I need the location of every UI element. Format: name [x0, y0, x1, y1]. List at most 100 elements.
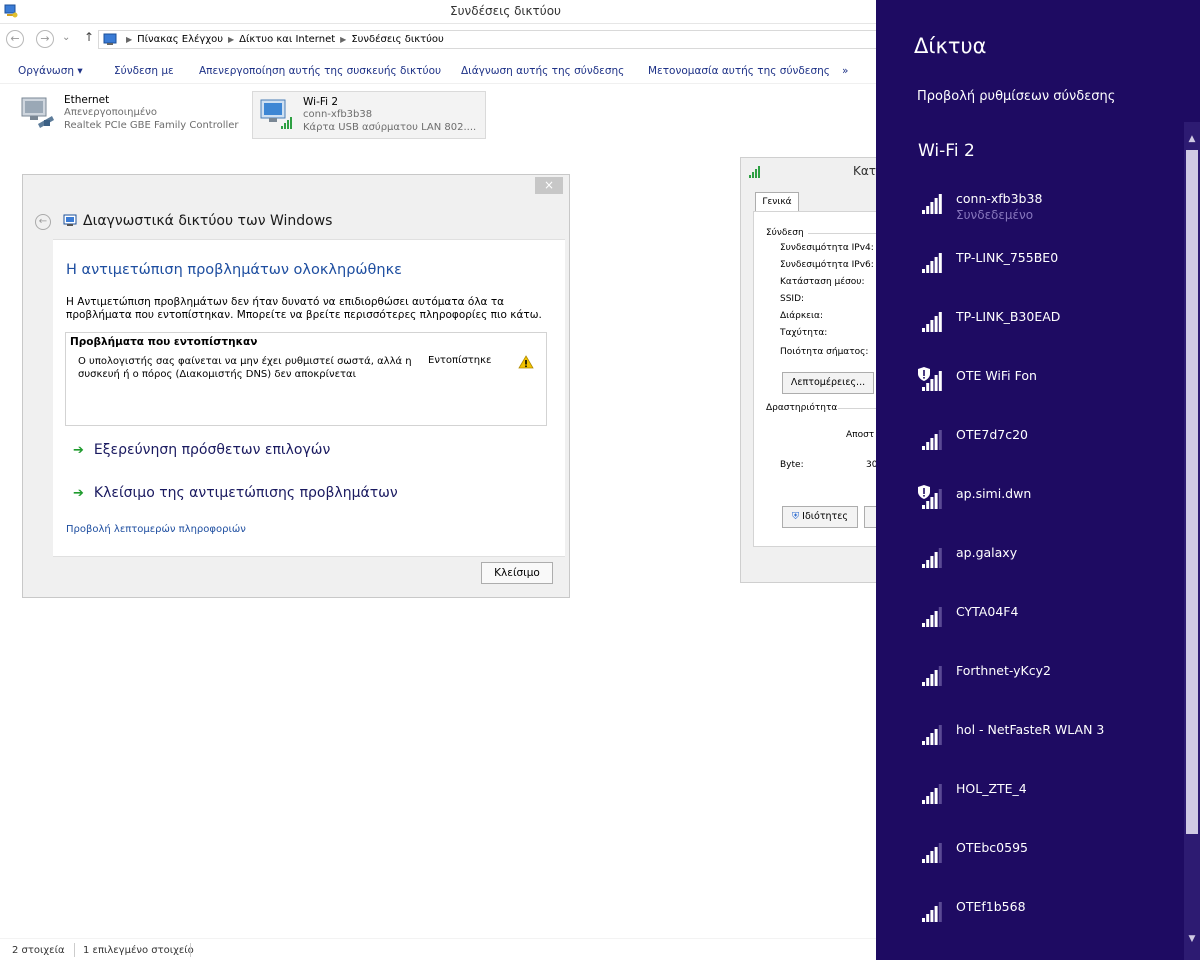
- sent-label: Αποστ: [846, 430, 875, 440]
- wifi-signal-icon: [922, 784, 942, 804]
- green-arrow-icon: ➔: [73, 486, 84, 501]
- signal-quality-label: Ποιότητα σήματος:: [780, 347, 869, 357]
- section-divider: [808, 233, 879, 234]
- back-button[interactable]: ←: [35, 214, 51, 230]
- network-name: OTEf1b568: [956, 899, 1026, 914]
- tab-general[interactable]: Γενικά: [755, 192, 799, 212]
- warning-icon: [518, 355, 534, 369]
- problems-found-box: Προβλήματα που εντοπίστηκαν Ο υπολογιστή…: [65, 332, 547, 426]
- adapter-name: Ethernet: [64, 94, 110, 106]
- ethernet-adapter-item[interactable]: Ethernet Απενεργοποιημένο Realtek PCIe G…: [14, 90, 244, 138]
- status-bar: 2 στοιχεία 1 επιλεγμένο στοιχείο: [0, 938, 876, 960]
- breadcrumb-network-connections[interactable]: Συνδέσεις δικτύου: [351, 34, 444, 45]
- details-button[interactable]: Λεπτομέρειες...: [782, 372, 874, 394]
- close-troubleshooter-link[interactable]: ➔ Κλείσιμο της αντιμετώπισης προβλημάτων: [73, 485, 398, 501]
- properties-button[interactable]: ⛨ Ιδιότητες: [782, 506, 858, 528]
- result-description: Η Αντιμετώπιση προβλημάτων δεν ήταν δυνα…: [66, 296, 542, 321]
- address-row: ← → ⌄ ↑ ▶ Πίνακας Ελέγχου ▶ Δίκτυο και Inte…: [0, 26, 876, 52]
- adapter-name: Wi-Fi 2: [303, 96, 339, 108]
- network-item[interactable]: ap.simi.dwn: [918, 485, 1178, 529]
- section-divider: [838, 408, 879, 409]
- network-item[interactable]: CYTA04F4: [918, 604, 1178, 647]
- network-item[interactable]: OTEbc0595: [918, 840, 1178, 883]
- address-bar[interactable]: ▶ Πίνακας Ελέγχου ▶ Δίκτυο και Internet ▶ Συν…: [98, 30, 876, 49]
- network-name: CYTA04F4: [956, 604, 1019, 619]
- rename-connection-button[interactable]: Μετονομασία αυτής της σύνδεσης: [648, 65, 830, 77]
- wifi-signal-icon: [922, 548, 942, 568]
- close-button[interactable]: Κλείσιμο: [481, 562, 553, 584]
- wifi-adapter-icon: [260, 99, 292, 129]
- network-item[interactable]: conn-xfb3b38 Συνδεδεμένο: [918, 191, 1178, 234]
- breadcrumb-control-panel[interactable]: Πίνακας Ελέγχου: [137, 34, 223, 45]
- arrow-left-icon: ←: [38, 216, 48, 227]
- wifi-signal-icon: [922, 725, 942, 745]
- network-status: Συνδεδεμένο: [956, 208, 1034, 222]
- more-commands-button[interactable]: »: [842, 65, 848, 77]
- view-connection-settings-link[interactable]: Προβολή ρυθμίσεων σύνδεσης: [917, 89, 1115, 104]
- connect-to-button[interactable]: Σύνδεση με: [114, 65, 174, 77]
- network-diagnostics-dialog: × ← Διαγνωστικά δικτύου των Windows Η αν…: [22, 174, 570, 598]
- network-item[interactable]: HOL_ZTE_4: [918, 781, 1178, 824]
- arrow-right-icon: →: [40, 32, 50, 45]
- close-dialog-button[interactable]: ×: [535, 177, 563, 194]
- wifi-signal-icon: [922, 607, 942, 627]
- adapter-device: Κάρτα USB ασύρματου LAN 802....: [303, 122, 477, 133]
- wifi-signal-icon: [922, 253, 942, 273]
- up-button[interactable]: ↑: [84, 30, 94, 44]
- chevron-right-icon: ▶: [228, 35, 235, 44]
- problem-description[interactable]: Ο υπολογιστής σας φαίνεται να μην έχει ρ…: [78, 355, 418, 381]
- network-name: hol - NetFasteR WLAN 3: [956, 722, 1105, 737]
- problems-header: Προβλήματα που εντοπίστηκαν: [70, 336, 258, 348]
- properties-button-label: Ιδιότητες: [802, 511, 848, 522]
- network-item[interactable]: OTE WiFi Fon: [918, 367, 1178, 411]
- network-name: OTE7d7c20: [956, 427, 1028, 442]
- network-item[interactable]: OTE7d7c20: [918, 427, 1178, 470]
- network-name: conn-xfb3b38: [956, 191, 1043, 206]
- result-heading: Η αντιμετώπιση προβλημάτων ολοκληρώθηκε: [66, 262, 402, 278]
- diagnose-connection-button[interactable]: Διάγνωση αυτής της σύνδεσης: [461, 65, 624, 77]
- organize-button[interactable]: Οργάνωση ▾: [18, 65, 83, 77]
- adapter-device: Realtek PCIe GBE Family Controller: [64, 120, 239, 131]
- network-name: ap.galaxy: [956, 545, 1018, 560]
- activity-section-label: Δραστηριότητα: [766, 403, 838, 413]
- network-name: ap.simi.dwn: [956, 486, 1032, 501]
- chevron-right-icon: ▶: [340, 35, 347, 44]
- forward-button[interactable]: →: [36, 30, 54, 48]
- arrow-up-icon: ↑: [84, 30, 95, 44]
- network-item[interactable]: hol - NetFasteR WLAN 3: [918, 722, 1178, 765]
- explore-options-label: Εξερεύνηση πρόσθετων επιλογών: [93, 442, 331, 458]
- network-item[interactable]: OTEf1b568: [918, 899, 1178, 942]
- disable-device-button[interactable]: Απενεργοποίηση αυτής της συσκευής δικτύο…: [199, 65, 441, 77]
- breadcrumb-network-internet[interactable]: Δίκτυο και Internet: [239, 34, 335, 45]
- chevron-down-icon: ⌄: [62, 32, 71, 43]
- item-count: 2 στοιχεία: [12, 945, 65, 956]
- flyout-title: Δίκτυα: [914, 34, 987, 58]
- selected-count: 1 επιλεγμένο στοιχείο: [83, 945, 194, 956]
- back-button[interactable]: ←: [6, 30, 24, 48]
- scrollbar-thumb[interactable]: [1186, 150, 1198, 834]
- chevron-right-icon: ▶: [126, 35, 133, 44]
- network-name: TP-LINK_755BE0: [956, 250, 1059, 265]
- wifi-adapter-item[interactable]: Wi-Fi 2 conn-xfb3b38 Κάρτα USB ασύρματου…: [252, 91, 486, 139]
- ipv4-label: Συνδεσιμότητα IPv4:: [780, 243, 874, 253]
- recent-locations-button[interactable]: ⌄: [62, 32, 70, 43]
- view-details-link[interactable]: Προβολή λεπτομερών πληροφοριών: [66, 524, 246, 535]
- network-item[interactable]: TP-LINK_755BE0: [918, 250, 1178, 293]
- adapter-status: Απενεργοποιημένο: [64, 107, 157, 118]
- problem-status: Εντοπίστηκε: [428, 355, 492, 366]
- dialog-content: Η αντιμετώπιση προβλημάτων ολοκληρώθηκε …: [53, 239, 565, 557]
- arrow-left-icon: ←: [10, 32, 20, 45]
- network-item[interactable]: TP-LINK_B30EAD: [918, 309, 1178, 352]
- network-item[interactable]: Forthnet-yKcy2: [918, 663, 1178, 706]
- green-arrow-icon: ➔: [73, 443, 84, 458]
- ssid-label: SSID:: [780, 294, 805, 304]
- wifi-status-dialog: Κατ Γενικά Σύνδεση Συνδεσιμότητα IPv4: Σ…: [740, 157, 880, 583]
- wifi-signal-icon: [922, 430, 942, 450]
- scroll-up-icon[interactable]: ▲: [1186, 134, 1198, 146]
- wifi-signal-icon: [922, 194, 942, 214]
- scroll-down-icon[interactable]: ▼: [1186, 934, 1198, 946]
- explore-options-link[interactable]: ➔ Εξερεύνηση πρόσθετων επιλογών: [73, 442, 330, 458]
- network-item[interactable]: ap.galaxy: [918, 545, 1178, 588]
- network-name: HOL_ZTE_4: [956, 781, 1027, 796]
- command-bar: Οργάνωση ▾ Σύνδεση με Απενεργοποίηση αυτ…: [0, 58, 876, 84]
